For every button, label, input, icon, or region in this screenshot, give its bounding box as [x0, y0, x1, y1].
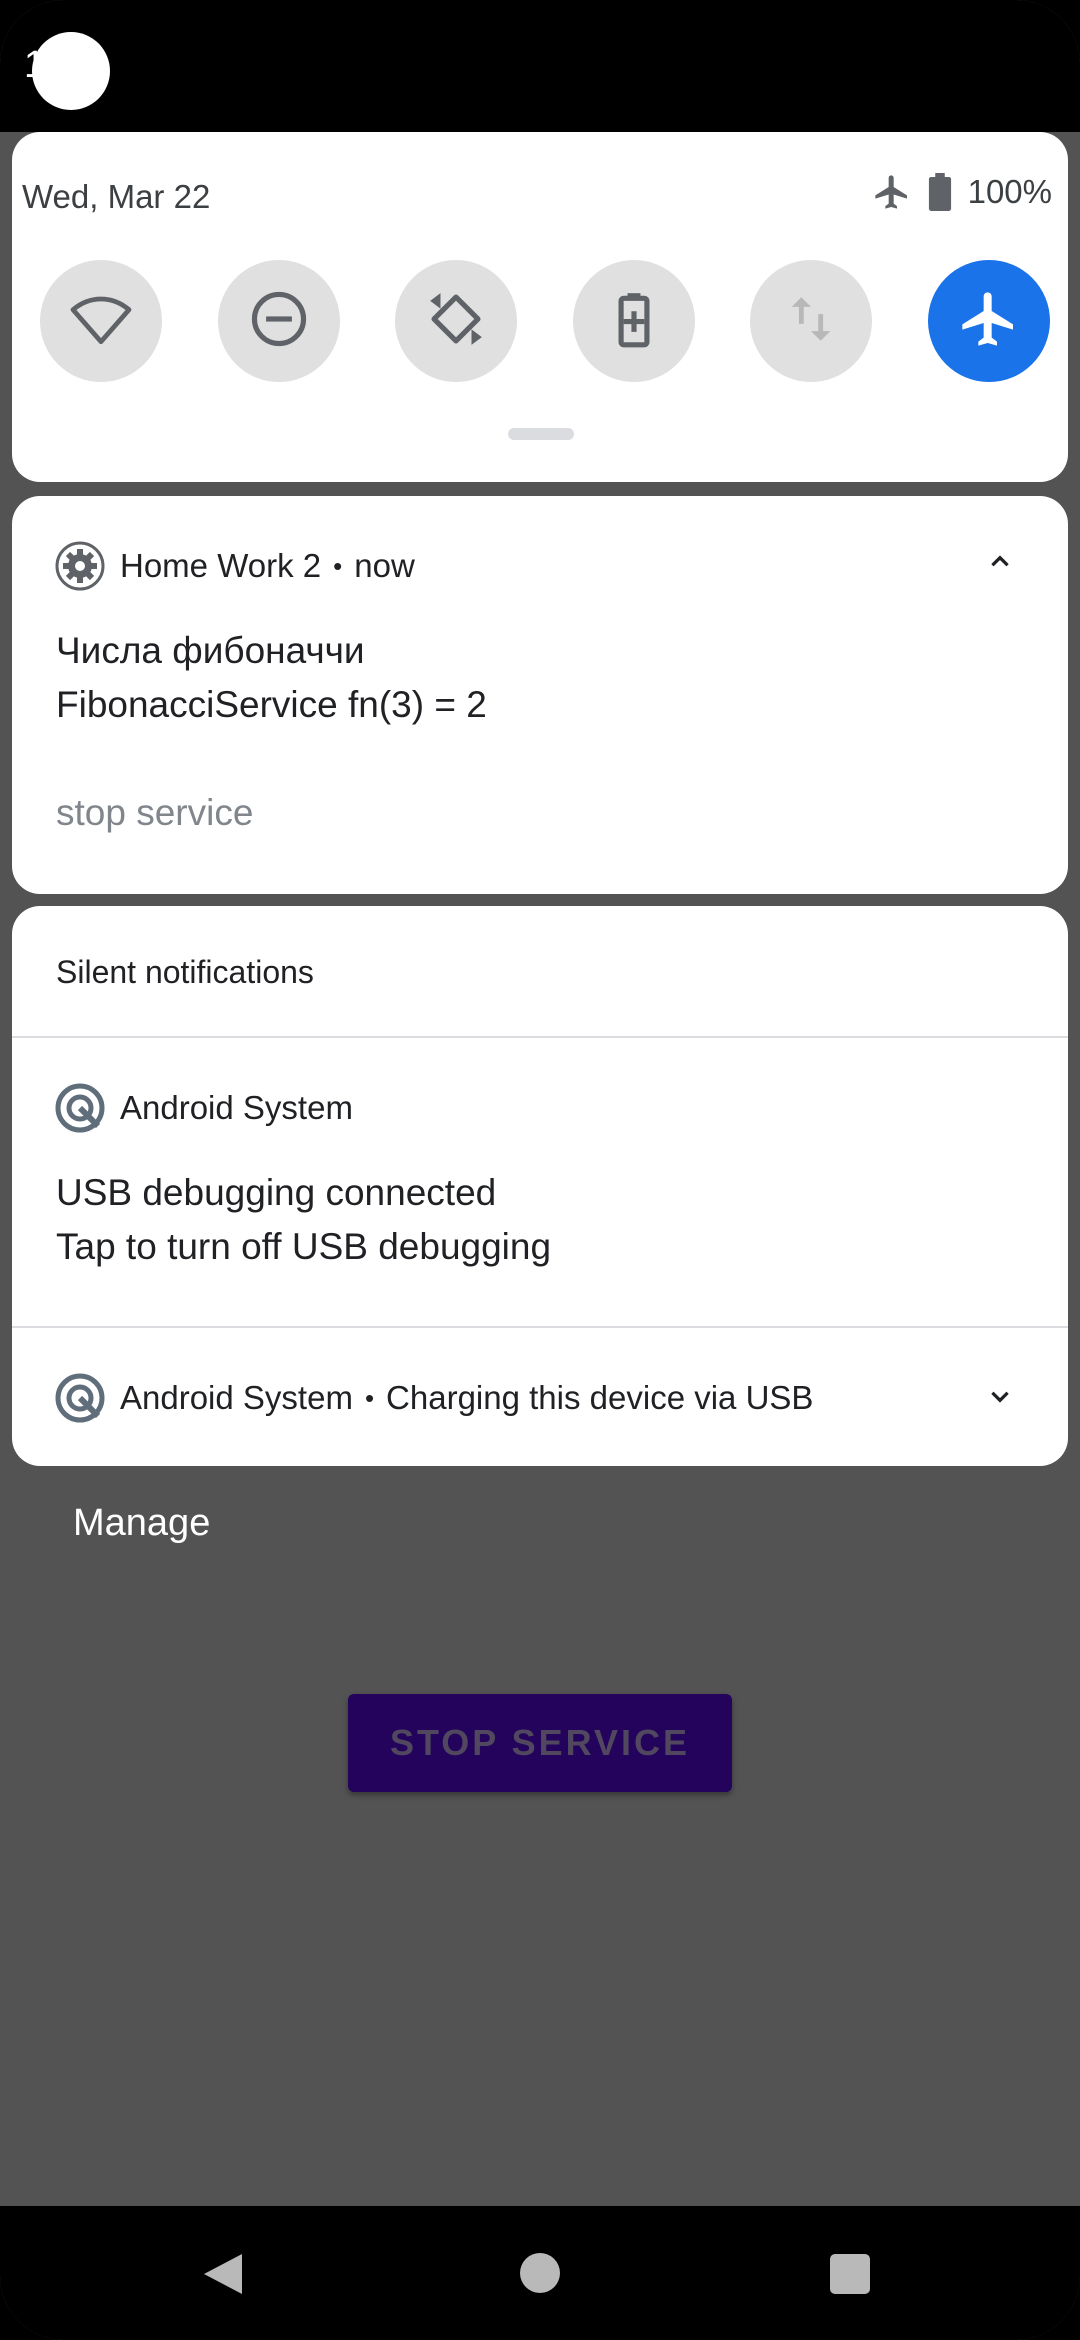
navigation-bar	[0, 2206, 1080, 2340]
app-name: Android System	[120, 1379, 353, 1416]
date-label[interactable]: Wed, Mar 22	[22, 178, 210, 216]
divider	[12, 1036, 1068, 1038]
battery-icon	[928, 173, 952, 211]
separator-dot: •	[333, 550, 343, 581]
section-title: Silent notifications	[56, 954, 314, 990]
chevron-up-icon	[987, 549, 1013, 580]
manage-button[interactable]: Manage	[73, 1502, 210, 1545]
camera-cutout	[32, 32, 110, 110]
stop-service-button[interactable]: STOP SERVICE	[348, 1694, 732, 1792]
status-bar: 1 5	[0, 0, 1080, 132]
notification-text: Tap to turn off USB debugging	[56, 1226, 552, 1267]
notification-summary: Charging this device via USB	[386, 1379, 814, 1416]
drag-handle[interactable]	[508, 428, 574, 440]
do-not-disturb-tile[interactable]	[217, 260, 340, 382]
quick-settings-tiles	[40, 260, 1050, 382]
collapse-button[interactable]	[980, 544, 1020, 584]
silent-notifications-card: Silent notifications Android System USB …	[12, 906, 1068, 1466]
notification-title: Числа фибоначчи	[56, 630, 365, 671]
app-name: Home Work 2	[120, 547, 322, 584]
data-arrows-icon	[782, 290, 840, 353]
divider	[12, 1326, 1068, 1328]
rotate-icon	[425, 288, 487, 355]
battery-saver-icon	[603, 288, 665, 355]
phone-screen: 1 5 Wed, Mar 22 100%	[0, 0, 1080, 2340]
back-icon[interactable]	[200, 2252, 244, 2301]
notification-header: Home Work 2 • now	[54, 540, 415, 592]
notification-time: now	[354, 547, 415, 584]
mobile-data-tile[interactable]	[750, 260, 873, 382]
do-not-disturb-icon	[248, 288, 310, 355]
auto-rotate-tile[interactable]	[395, 260, 518, 382]
airplane-icon	[872, 172, 912, 212]
android-system-icon	[54, 1082, 106, 1134]
notification-text: FibonacciService fn(3) = 2	[56, 684, 487, 725]
stop-service-action[interactable]: stop service	[56, 792, 253, 834]
android-system-icon	[54, 1372, 106, 1424]
status-icons: 100%	[872, 172, 1052, 212]
battery-percent: 100%	[967, 173, 1052, 210]
quick-settings-panel: Wed, Mar 22 100%	[12, 132, 1068, 482]
separator-dot: •	[364, 1382, 375, 1413]
settings-gear-icon	[54, 540, 106, 592]
battery-saver-tile[interactable]	[572, 260, 695, 382]
expand-button[interactable]	[980, 1378, 1020, 1418]
chevron-down-icon	[987, 1383, 1013, 1414]
wifi-tile[interactable]	[40, 260, 162, 382]
wifi-icon	[69, 287, 133, 356]
notification-header: Android System • Charging this device vi…	[54, 1372, 813, 1424]
recents-icon[interactable]	[830, 2254, 870, 2294]
airplane-mode-tile[interactable]	[927, 260, 1050, 382]
notification-title: USB debugging connected	[56, 1172, 497, 1213]
notification-card[interactable]: Home Work 2 • now Числа фибоначчи Fibona…	[12, 496, 1068, 894]
home-icon[interactable]	[520, 2253, 560, 2293]
app-name: Android System	[120, 1089, 353, 1126]
notification-header: Android System	[54, 1082, 353, 1134]
airplane-icon	[957, 287, 1021, 356]
